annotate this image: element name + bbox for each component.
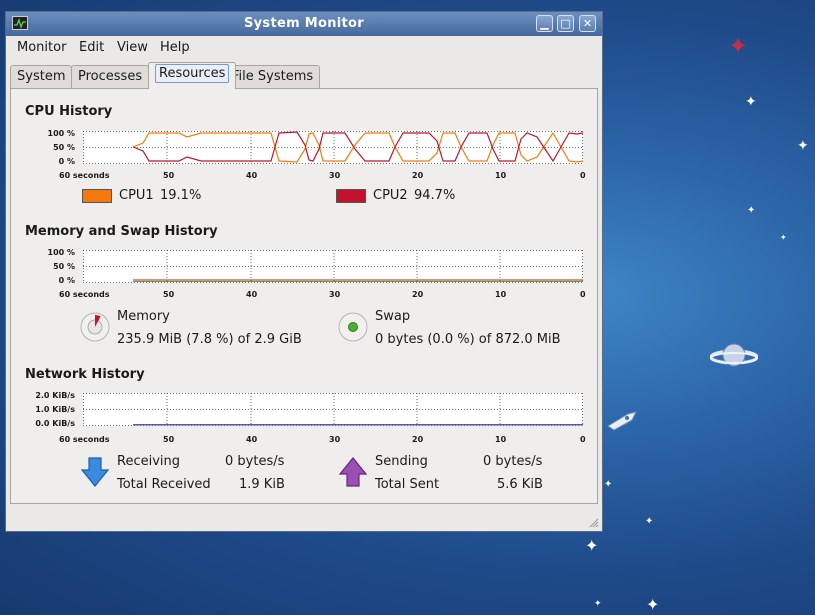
receiving-label: Receiving bbox=[117, 454, 181, 469]
decorative-star-icon: ✦ bbox=[728, 32, 749, 60]
cpu-y-label-50: 50 % bbox=[53, 143, 75, 152]
network-history-graph bbox=[83, 393, 583, 426]
cpu1-color-button[interactable] bbox=[82, 189, 112, 203]
cpu-history-graph bbox=[83, 131, 583, 164]
sending-value: 0 bytes/s bbox=[483, 454, 543, 469]
net-x-label-0: 0 bbox=[580, 435, 586, 444]
maximize-button[interactable]: □ bbox=[557, 15, 574, 32]
decorative-star-icon: ✦ bbox=[745, 94, 757, 110]
menu-monitor[interactable]: Monitor bbox=[17, 40, 66, 55]
net-x-label-50: 50 bbox=[163, 435, 175, 444]
memory-history-graph bbox=[83, 250, 583, 283]
network-history-title: Network History bbox=[25, 367, 145, 382]
minimize-icon: ▁ bbox=[540, 17, 549, 30]
close-icon: ✕ bbox=[582, 17, 593, 30]
net-y-label-2: 2.0 KiB/s bbox=[35, 391, 75, 400]
minimize-button[interactable]: ▁ bbox=[536, 15, 553, 32]
decorative-star-icon: ✦ bbox=[585, 536, 599, 555]
receiving-arrow-icon[interactable] bbox=[80, 456, 110, 488]
cpu2-color-button[interactable] bbox=[336, 189, 366, 203]
mem-y-label-0: 0 % bbox=[58, 276, 75, 285]
window-title: System Monitor bbox=[243, 16, 364, 31]
net-x-label-20: 20 bbox=[412, 435, 424, 444]
decorative-star-icon: ✦ bbox=[594, 599, 602, 609]
total-sent-label: Total Sent bbox=[375, 477, 440, 492]
memory-swap-history-title: Memory and Swap History bbox=[25, 224, 218, 239]
swap-value: 0 bytes (0.0 %) of 872.0 MiB bbox=[375, 332, 561, 347]
cpu1-label: CPU1 bbox=[119, 188, 154, 203]
status-bar bbox=[6, 509, 602, 531]
close-button[interactable]: ✕ bbox=[579, 15, 596, 32]
memory-value: 235.9 MiB (7.8 %) of 2.9 GiB bbox=[117, 332, 302, 347]
tab-processes[interactable]: Processes bbox=[71, 65, 150, 89]
receiving-value: 0 bytes/s bbox=[225, 454, 285, 469]
menu-bar: Monitor Edit View Help bbox=[6, 36, 602, 58]
total-received-value: 1.9 KiB bbox=[239, 477, 285, 492]
decorative-star-icon: ✦ bbox=[780, 233, 787, 242]
menu-edit[interactable]: Edit bbox=[79, 40, 104, 55]
tab-system[interactable]: System bbox=[10, 65, 73, 89]
planet-icon bbox=[710, 343, 758, 367]
title-bar[interactable]: System Monitor ▁ □ ✕ bbox=[6, 12, 602, 36]
cpu-x-label-10: 10 bbox=[495, 171, 507, 180]
resize-grip-icon[interactable] bbox=[588, 517, 599, 528]
net-y-label-1: 1.0 KiB/s bbox=[35, 405, 75, 414]
decorative-star-icon: ✦ bbox=[645, 516, 654, 527]
net-y-label-0: 0.0 KiB/s bbox=[35, 419, 75, 428]
cpu1-value: 19.1% bbox=[160, 188, 202, 203]
mem-x-label-40: 40 bbox=[246, 290, 258, 299]
net-x-label-40: 40 bbox=[246, 435, 258, 444]
menu-help[interactable]: Help bbox=[160, 40, 190, 55]
mem-x-label-60: 60 seconds bbox=[59, 290, 110, 299]
cpu2-value: 94.7% bbox=[414, 188, 456, 203]
tab-resources-label: Resources bbox=[155, 64, 230, 83]
decorative-star-icon: ✦ bbox=[747, 205, 756, 216]
maximize-icon: □ bbox=[560, 17, 571, 30]
cpu-history-title: CPU History bbox=[25, 104, 113, 119]
swap-label: Swap bbox=[375, 309, 411, 324]
cpu2-label: CPU2 bbox=[373, 188, 408, 203]
system-monitor-window: System Monitor ▁ □ ✕ Monitor Edit View H… bbox=[5, 11, 603, 532]
cpu-x-label-60: 60 seconds bbox=[59, 171, 110, 180]
cpu-x-label-20: 20 bbox=[412, 171, 424, 180]
cpu-x-label-0: 0 bbox=[580, 171, 586, 180]
memory-usage-pie-icon[interactable] bbox=[79, 311, 111, 343]
mem-x-label-20: 20 bbox=[412, 290, 424, 299]
cpu-y-label-100: 100 % bbox=[47, 129, 76, 138]
resources-panel: CPU History 100 % 50 % 0 % 60 seconds 50… bbox=[10, 88, 598, 504]
cpu-y-label-0: 0 % bbox=[58, 157, 75, 166]
mem-x-label-30: 30 bbox=[329, 290, 341, 299]
sending-arrow-icon[interactable] bbox=[338, 456, 368, 488]
cpu-x-label-50: 50 bbox=[163, 171, 175, 180]
rocket-icon bbox=[607, 411, 637, 431]
swap-usage-pie-icon[interactable] bbox=[337, 311, 369, 343]
net-x-label-60: 60 seconds bbox=[59, 435, 110, 444]
cpu-x-label-30: 30 bbox=[329, 171, 341, 180]
sending-label: Sending bbox=[375, 454, 428, 469]
net-x-label-10: 10 bbox=[495, 435, 507, 444]
total-sent-value: 5.6 KiB bbox=[497, 477, 543, 492]
mem-x-label-0: 0 bbox=[580, 290, 586, 299]
mem-x-label-10: 10 bbox=[495, 290, 507, 299]
net-x-label-30: 30 bbox=[329, 435, 341, 444]
cpu-x-label-40: 40 bbox=[246, 171, 258, 180]
decorative-star-icon: ✦ bbox=[604, 479, 613, 490]
mem-y-label-50: 50 % bbox=[53, 262, 75, 271]
tab-file-systems[interactable]: File Systems bbox=[225, 65, 321, 89]
total-received-label: Total Received bbox=[117, 477, 211, 492]
mem-y-label-100: 100 % bbox=[47, 248, 76, 257]
menu-view[interactable]: View bbox=[117, 40, 148, 55]
mem-x-label-50: 50 bbox=[163, 290, 175, 299]
decorative-star-icon: ✦ bbox=[646, 595, 660, 614]
memory-label: Memory bbox=[117, 309, 170, 324]
decorative-star-icon: ✦ bbox=[797, 138, 809, 154]
tab-resources[interactable]: Resources bbox=[148, 62, 237, 89]
